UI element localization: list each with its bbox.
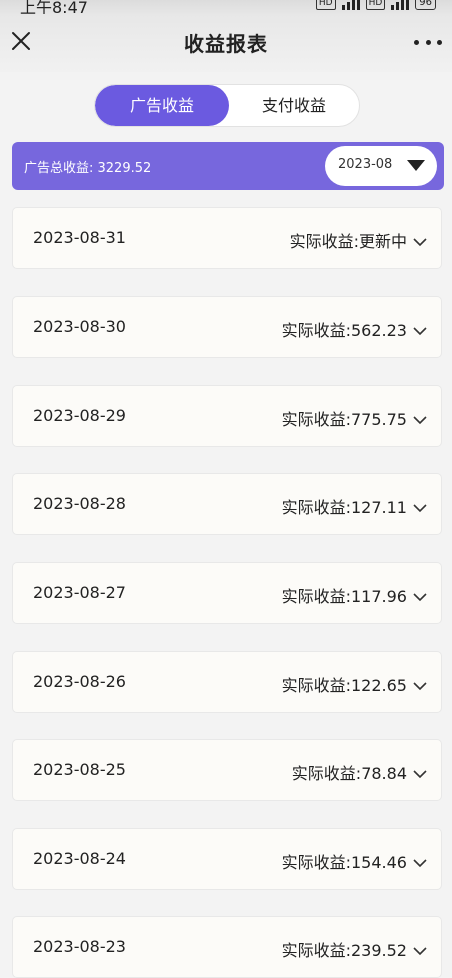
signal-icon	[391, 0, 410, 10]
chevron-down-icon	[413, 410, 427, 425]
row-date: 2023-08-24	[33, 849, 126, 868]
tab-payment-income[interactable]: 支付收益	[229, 85, 359, 126]
row-date: 2023-08-27	[33, 583, 126, 602]
row-earning: 实际收益:117.96	[281, 587, 407, 606]
row-earning: 实际收益:78.84	[291, 764, 407, 783]
row-date: 2023-08-31	[33, 228, 126, 247]
chevron-down-icon	[413, 764, 427, 779]
row-earning: 实际收益:更新中	[289, 232, 407, 251]
row-earning: 实际收益:775.75	[281, 410, 407, 429]
list-item[interactable]: 2023-08-24 实际收益:154.46	[12, 828, 442, 890]
status-time: 上午8:47	[20, 0, 88, 14]
row-date: 2023-08-30	[33, 317, 126, 336]
row-earning: 实际收益:239.52	[281, 941, 407, 960]
row-date: 2023-08-29	[33, 406, 126, 425]
chevron-down-icon	[413, 676, 427, 691]
row-earning: 实际收益:154.46	[281, 853, 407, 872]
row-date: 2023-08-23	[33, 937, 126, 956]
status-indicators: HD HD 96	[315, 0, 436, 10]
chevron-down-icon	[413, 853, 427, 868]
income-type-tabs: 广告收益 支付收益	[94, 84, 360, 127]
hd-badge: HD	[315, 0, 336, 10]
tab-ad-income[interactable]: 广告收益	[95, 85, 229, 126]
row-earning: 实际收益:122.65	[281, 676, 407, 695]
chevron-down-icon	[413, 498, 427, 513]
chevron-down-icon	[413, 941, 427, 956]
hd-badge: HD	[365, 0, 386, 10]
chevron-down-icon	[413, 321, 427, 336]
summary-bar: 广告总收益: 3229.52 2023-08	[12, 142, 444, 190]
list-item[interactable]: 2023-08-28 实际收益:127.11	[12, 473, 442, 535]
list-item[interactable]: 2023-08-29 实际收益:775.75	[12, 385, 442, 447]
chevron-down-icon	[413, 232, 427, 247]
list-item[interactable]: 2023-08-30 实际收益:562.23	[12, 296, 442, 358]
row-earning: 实际收益:127.11	[281, 498, 407, 517]
nav-bar: 收益报表	[0, 14, 452, 72]
list-item[interactable]: 2023-08-26 实际收益:122.65	[12, 651, 442, 713]
row-date: 2023-08-28	[33, 494, 126, 513]
row-earning: 实际收益:562.23	[281, 321, 407, 340]
row-date: 2023-08-26	[33, 672, 126, 691]
page-title: 收益报表	[184, 32, 268, 56]
list-item[interactable]: 2023-08-31 实际收益:更新中	[12, 207, 442, 269]
list-item[interactable]: 2023-08-23 实际收益:239.52	[12, 916, 442, 978]
total-income-label: 广告总收益: 3229.52	[24, 161, 152, 176]
month-value: 2023-08	[338, 157, 393, 172]
month-picker[interactable]: 2023-08	[325, 146, 437, 186]
list-item[interactable]: 2023-08-27 实际收益:117.96	[12, 562, 442, 624]
battery-icon: 96	[415, 0, 436, 10]
more-icon[interactable]	[414, 30, 442, 54]
status-bar: 上午8:47 HD HD 96	[0, 0, 452, 14]
signal-icon	[341, 0, 360, 10]
caret-down-icon	[407, 160, 425, 171]
list-item[interactable]: 2023-08-25 实际收益:78.84	[12, 739, 442, 801]
chevron-down-icon	[413, 587, 427, 602]
row-date: 2023-08-25	[33, 760, 126, 779]
